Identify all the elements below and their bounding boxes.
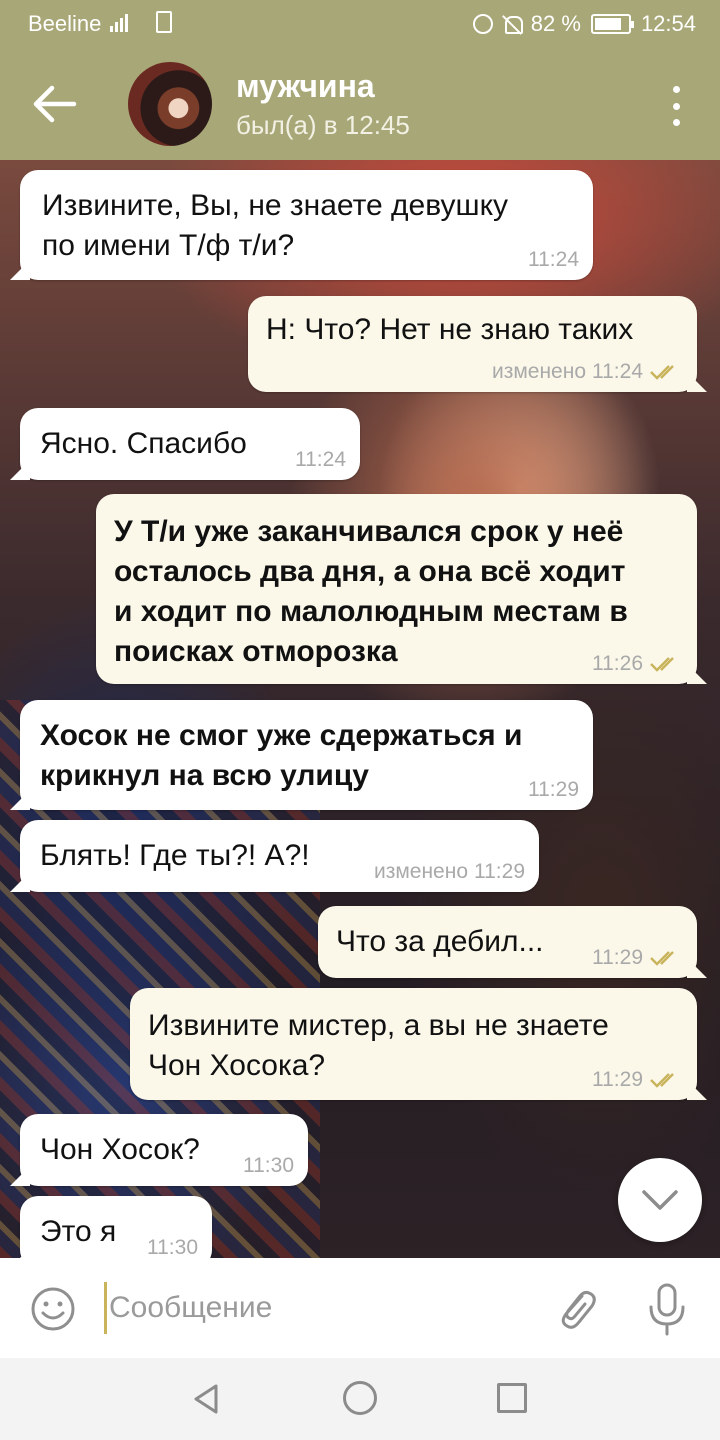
- message-bubble[interactable]: Что за дебил... 11:29: [318, 906, 697, 978]
- message-text: Хосок не смог уже сдержаться и крикнул н…: [40, 719, 523, 792]
- message-text: Блять! Где ты?! А?!: [40, 839, 310, 872]
- edited-label: изменено: [373, 860, 468, 883]
- avatar[interactable]: [128, 62, 212, 146]
- alarm-icon: [472, 14, 493, 34]
- nav-recents-icon[interactable]: [497, 1383, 527, 1413]
- message-meta: изменено 11:29: [374, 860, 525, 884]
- message-time: 11:30: [147, 1236, 198, 1258]
- double-check-icon: [650, 951, 674, 966]
- message-time: 11:29: [592, 1068, 643, 1091]
- message-meta: 11:30: [243, 1154, 294, 1178]
- message-time: 11:24: [295, 448, 346, 471]
- message-meta: 11:24: [528, 248, 579, 272]
- message-text: У Т/и уже заканчивался срок у неё остало…: [114, 515, 628, 668]
- message-text: Извините, Вы, не знаете девушку по имени…: [42, 189, 509, 262]
- message-time: 11:29: [474, 860, 525, 883]
- message-time: 11:30: [243, 1154, 294, 1177]
- status-time: 12:54: [640, 11, 696, 36]
- message-bubble[interactable]: Ясно. Спасибо 11:24: [20, 408, 360, 480]
- message-meta: 11:26: [592, 652, 683, 676]
- message-text: Что за дебил...: [336, 925, 544, 958]
- nav-back-icon[interactable]: [190, 1382, 224, 1416]
- signal-icon: [110, 10, 128, 32]
- sim-icon: [156, 11, 172, 33]
- double-check-icon: [650, 1073, 674, 1088]
- double-check-icon: [650, 657, 674, 672]
- message-text: Н: Что? Нет не знаю таких: [266, 313, 634, 346]
- message-meta: 11:29: [592, 946, 683, 970]
- more-menu-button[interactable]: [670, 86, 682, 126]
- smiley-icon[interactable]: [30, 1286, 76, 1332]
- chevron-down-icon: [642, 1190, 678, 1210]
- message-bubble[interactable]: Хосок не смог уже сдержаться и крикнул н…: [20, 700, 593, 810]
- message-bubble[interactable]: У Т/и уже заканчивался срок у неё остало…: [96, 494, 697, 684]
- message-bubble[interactable]: Н: Что? Нет не знаю таких изменено 11:24: [248, 296, 697, 392]
- message-bubble[interactable]: Извините, Вы, не знаете девушку по имени…: [20, 170, 593, 280]
- chat-area[interactable]: Извините, Вы, не знаете девушку по имени…: [0, 160, 720, 1258]
- battery-percent: 82 %: [530, 11, 581, 36]
- battery-icon: [590, 14, 634, 34]
- microphone-icon[interactable]: [646, 1282, 688, 1336]
- double-check-icon: [650, 365, 674, 380]
- nav-home-icon[interactable]: [343, 1381, 377, 1415]
- message-time: 11:29: [528, 778, 579, 801]
- more-vert-icon: [672, 86, 680, 93]
- scroll-down-button[interactable]: [618, 1158, 702, 1242]
- message-time: 11:29: [592, 946, 643, 969]
- message-meta: изменено 11:24: [492, 360, 683, 384]
- message-bubble[interactable]: Извините мистер, а вы не знаете Чон Хосо…: [130, 988, 697, 1100]
- message-bubble[interactable]: Чон Хосок? 11:30: [20, 1114, 308, 1186]
- message-meta: 11:29: [592, 1068, 683, 1092]
- edited-label: изменено: [491, 360, 586, 383]
- message-time: 11:24: [528, 248, 579, 271]
- contact-name[interactable]: мужчина: [236, 68, 375, 105]
- message-bubble[interactable]: Блять! Где ты?! А?! изменено 11:29: [20, 820, 539, 892]
- paperclip-icon[interactable]: [552, 1284, 600, 1332]
- message-meta: 11:24: [295, 448, 346, 472]
- arrow-left-icon: [33, 85, 77, 123]
- message-text: Это я: [40, 1215, 117, 1248]
- message-meta: 11:29: [528, 778, 579, 802]
- message-time: 11:24: [592, 360, 643, 383]
- carrier-name: Beeline: [28, 11, 102, 36]
- message-time: 11:26: [592, 652, 643, 675]
- message-meta: 11:30: [147, 1236, 198, 1258]
- message-input[interactable]: [104, 1282, 524, 1334]
- message-text: Извините мистер, а вы не знаете Чон Хосо…: [148, 1009, 609, 1082]
- message-text: Чон Хосок?: [40, 1133, 200, 1166]
- chat-header: мужчина был(а) в 12:45: [0, 48, 720, 160]
- last-seen: был(а) в 12:45: [236, 110, 410, 140]
- composer-bar: [0, 1258, 720, 1358]
- system-nav-bar: [0, 1358, 720, 1440]
- mute-icon: [503, 14, 523, 34]
- status-bar: Beeline 82 % 12:54: [0, 0, 720, 48]
- message-text: Ясно. Спасибо: [40, 427, 247, 460]
- back-button[interactable]: [30, 82, 80, 126]
- message-bubble[interactable]: Это я 11:30: [20, 1196, 212, 1258]
